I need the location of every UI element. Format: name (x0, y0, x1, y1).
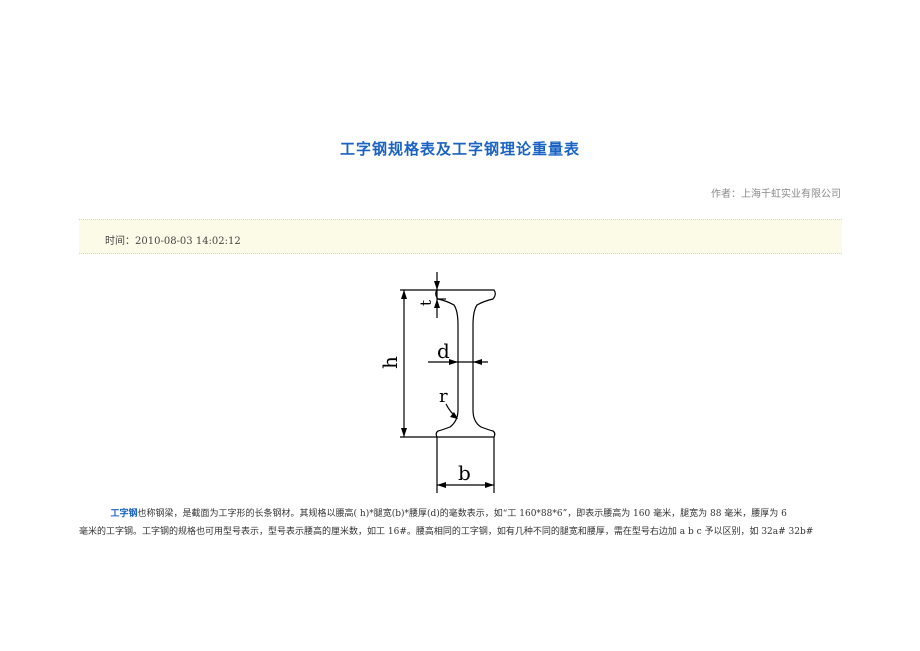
d-arrow-left (449, 359, 458, 365)
h-arrow-top (401, 290, 407, 299)
b-arrow-left (437, 482, 446, 488)
keyword-link[interactable]: 工字钢 (111, 509, 138, 519)
body-paragraph: 工字钢也称钢梁，是截面为工字形的长条钢材。其规格以腰高( h)*腿宽(b)*腰厚… (79, 505, 842, 541)
label-t: t (417, 300, 435, 306)
label-r: r (439, 386, 448, 407)
t-arrow-top (434, 281, 440, 290)
label-b: b (458, 461, 471, 485)
paragraph-line-1-text: 也称钢梁，是截面为工字形的长条钢材。其规格以腰高( h)*腿宽(b)*腰厚(d)… (137, 509, 787, 519)
paragraph-line-2: 毫米的工字钢。工字钢的规格也可用型号表示，型号表示腰高的厘米数，如工 16#。腰… (79, 527, 814, 537)
i-beam-diagram: t h d r b (378, 272, 496, 493)
label-h: h (378, 356, 402, 369)
paragraph-line-1: 工字钢也称钢梁，是截面为工字形的长条钢材。其规格以腰高( h)*腿宽(b)*腰厚… (79, 505, 842, 523)
b-arrow-right (485, 482, 494, 488)
d-arrow-right (473, 359, 482, 365)
h-arrow-bottom (401, 428, 407, 437)
label-d: d (437, 339, 450, 363)
r-arrow (450, 412, 458, 419)
i-beam-outline (435, 289, 496, 438)
